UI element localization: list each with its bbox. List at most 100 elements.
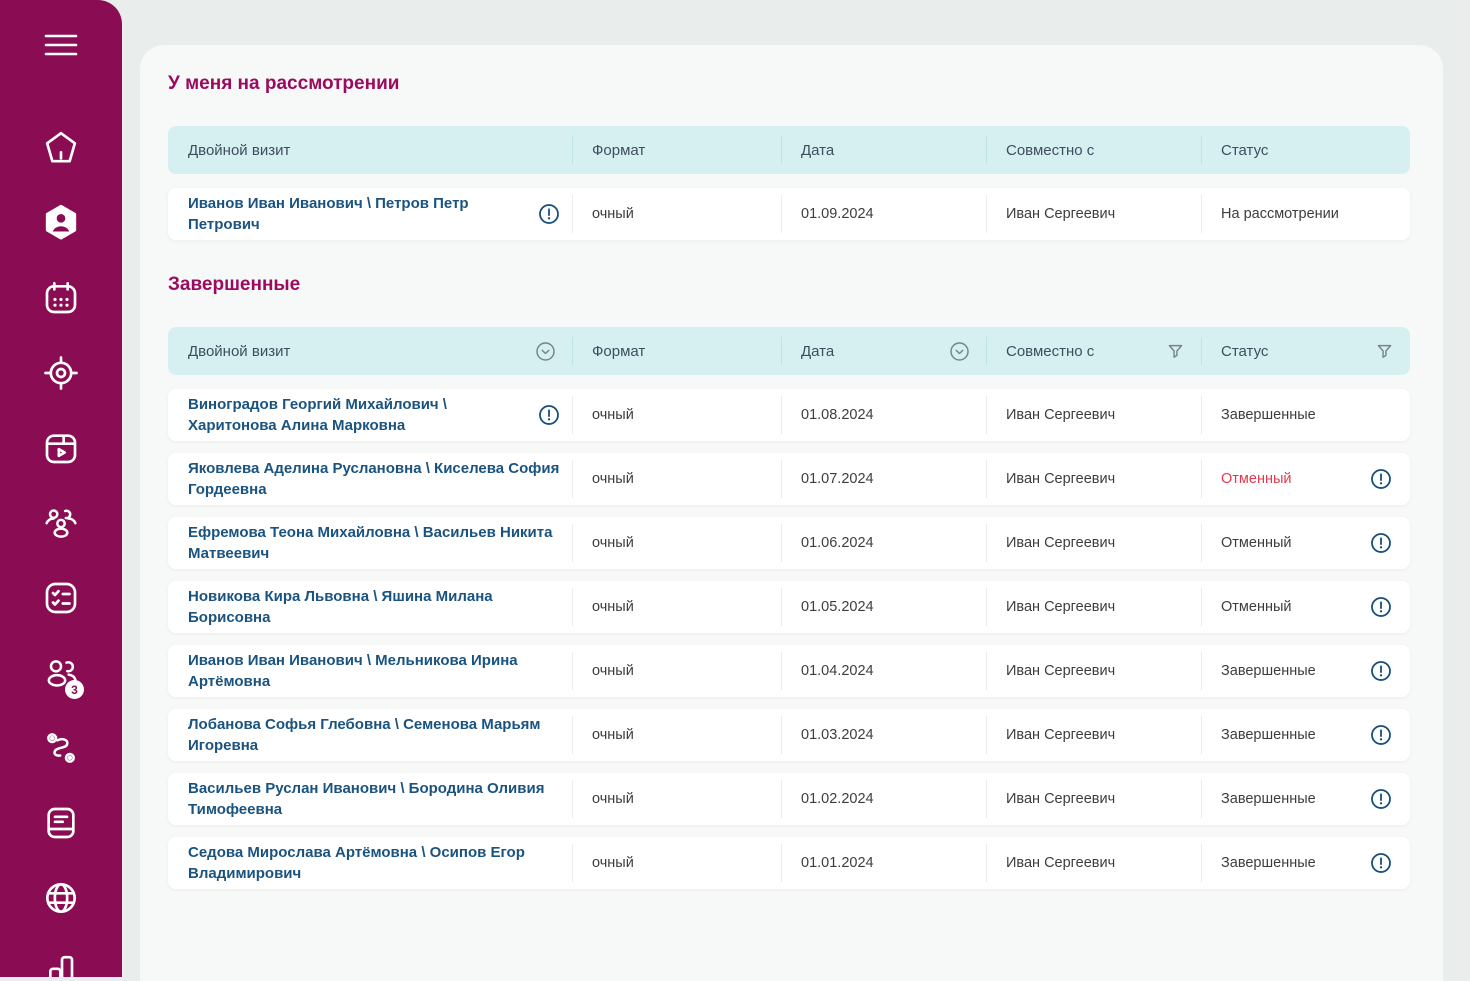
with-value: Иван Сергеевич (1006, 206, 1115, 222)
sidebar-item-tasks[interactable] (0, 574, 122, 622)
with-cell: Иван Сергеевич (986, 645, 1201, 697)
column-header: Статус (1201, 126, 1410, 174)
column-label: Формат (592, 142, 645, 159)
visit-name-link[interactable]: Ефремова Теона Михайловна \ Васильев Ник… (188, 522, 572, 564)
column-label: Статус (1221, 142, 1268, 159)
table-row[interactable]: Иванов Иван Иванович \ Петров Петр Петро… (168, 188, 1410, 240)
format-cell: очный (572, 709, 781, 761)
visit-name-link[interactable]: Новикова Кира Львовна \ Яшина Милана Бор… (188, 586, 572, 628)
hamburger-menu-icon[interactable] (0, 30, 122, 60)
with-value: Иван Сергеевич (1006, 663, 1115, 679)
sidebar-item-home[interactable] (0, 124, 122, 172)
profile-icon (41, 203, 81, 243)
sidebar-item-target[interactable] (0, 349, 122, 397)
with-value: Иван Сергеевич (1006, 599, 1115, 615)
sidebar-item-team[interactable] (0, 499, 122, 547)
column-header[interactable]: Двойной визит (168, 327, 572, 375)
column-label: Дата (801, 343, 834, 360)
date-cell: 01.04.2024 (781, 645, 986, 697)
table-row[interactable]: Новикова Кира Львовна \ Яшина Милана Бор… (168, 581, 1410, 633)
date-value: 01.06.2024 (801, 535, 874, 551)
chevron-down-icon[interactable] (949, 341, 970, 362)
info-icon[interactable] (1370, 788, 1392, 810)
info-icon[interactable] (1370, 724, 1392, 746)
chevron-down-icon[interactable] (535, 341, 556, 362)
column-label: Формат (592, 343, 645, 360)
journal-icon (41, 803, 81, 843)
sidebar: 3 (0, 0, 122, 977)
info-icon[interactable] (1370, 468, 1392, 490)
format-value: очный (592, 471, 634, 487)
format-value: очный (592, 407, 634, 423)
route-icon (41, 728, 81, 768)
info-icon[interactable] (1370, 532, 1392, 554)
sidebar-item-video-visits[interactable] (0, 424, 122, 472)
visit-name-link[interactable]: Лобанова Софья Глебовна \ Семенова Марья… (188, 714, 572, 756)
date-value: 01.03.2024 (801, 727, 874, 743)
date-cell: 01.06.2024 (781, 517, 986, 569)
table-header-row: Двойной визитФорматДатаСовместно сСтатус (168, 126, 1410, 174)
with-cell: Иван Сергеевич (986, 517, 1201, 569)
with-value: Иван Сергеевич (1006, 791, 1115, 807)
sidebar-item-route[interactable] (0, 724, 122, 772)
sidebar-item-calendar[interactable] (0, 274, 122, 322)
format-cell: очный (572, 389, 781, 441)
status-value: Завершенные (1221, 407, 1316, 423)
visit-name-link[interactable]: Яковлева Аделина Руслановна \ Киселева С… (188, 458, 572, 500)
status-value: Завершенные (1221, 855, 1316, 871)
status-value: На рассмотрении (1221, 206, 1339, 222)
visit-name-link[interactable]: Васильев Руслан Иванович \ Бородина Олив… (188, 778, 572, 820)
visit-name-link[interactable]: Иванов Иван Иванович \ Петров Петр Петро… (188, 193, 538, 235)
date-cell: 01.09.2024 (781, 188, 986, 240)
table-row[interactable]: Седова Мирослава Артёмовна \ Осипов Егор… (168, 837, 1410, 889)
column-header: Совместно с (986, 126, 1201, 174)
table-row[interactable]: Виноградов Георгий Михайлович \ Харитоно… (168, 389, 1410, 441)
column-header[interactable]: Совместно с (986, 327, 1201, 375)
sidebar-nav: 3 (0, 124, 122, 977)
sidebar-item-stats[interactable] (0, 949, 122, 977)
date-value: 01.08.2024 (801, 407, 874, 423)
visit-cell: Яковлева Аделина Руслановна \ Киселева С… (168, 453, 572, 505)
visit-name-link[interactable]: Седова Мирослава Артёмовна \ Осипов Егор… (188, 842, 572, 884)
sidebar-item-journal[interactable] (0, 799, 122, 847)
table-row[interactable]: Ефремова Теона Михайловна \ Васильев Ник… (168, 517, 1410, 569)
with-cell: Иван Сергеевич (986, 837, 1201, 889)
status-cell: Завершенные (1201, 389, 1410, 441)
stats-icon (41, 953, 81, 977)
format-value: очный (592, 791, 634, 807)
format-cell: очный (572, 188, 781, 240)
info-icon[interactable] (1370, 660, 1392, 682)
sidebar-item-globe[interactable] (0, 874, 122, 922)
with-cell: Иван Сергеевич (986, 773, 1201, 825)
app: 3 (0, 0, 1470, 981)
sidebar-item-profile[interactable] (0, 199, 122, 247)
column-header[interactable]: Статус (1201, 327, 1410, 375)
with-value: Иван Сергеевич (1006, 855, 1115, 871)
table-row[interactable]: Яковлева Аделина Руслановна \ Киселева С… (168, 453, 1410, 505)
info-icon[interactable] (1370, 852, 1392, 874)
visits-section: У меня на рассмотренииДвойной визитФорма… (168, 71, 1410, 240)
info-icon[interactable] (538, 203, 560, 225)
date-cell: 01.01.2024 (781, 837, 986, 889)
sidebar-item-clients[interactable]: 3 (0, 649, 122, 697)
visit-cell: Иванов Иван Иванович \ Петров Петр Петро… (168, 188, 572, 240)
date-value: 01.09.2024 (801, 206, 874, 222)
table-row[interactable]: Васильев Руслан Иванович \ Бородина Олив… (168, 773, 1410, 825)
status-cell: Завершенные (1201, 837, 1410, 889)
filter-icon[interactable] (1166, 342, 1185, 361)
status-cell: Отменный (1201, 517, 1410, 569)
info-icon[interactable] (538, 404, 560, 426)
info-icon[interactable] (1370, 596, 1392, 618)
visit-name-link[interactable]: Виноградов Георгий Михайлович \ Харитоно… (188, 394, 538, 436)
column-header[interactable]: Дата (781, 327, 986, 375)
visit-name-link[interactable]: Иванов Иван Иванович \ Мельникова Ирина … (188, 650, 572, 692)
format-cell: очный (572, 581, 781, 633)
filter-icon[interactable] (1375, 342, 1394, 361)
with-value: Иван Сергеевич (1006, 407, 1115, 423)
column-label: Дата (801, 142, 834, 159)
format-cell: очный (572, 645, 781, 697)
team-icon (41, 503, 81, 543)
table-row[interactable]: Иванов Иван Иванович \ Мельникова Ирина … (168, 645, 1410, 697)
table-row[interactable]: Лобанова Софья Глебовна \ Семенова Марья… (168, 709, 1410, 761)
visits-section: Завершенные Двойной визит Формат Дата Совмес… (168, 272, 1410, 889)
